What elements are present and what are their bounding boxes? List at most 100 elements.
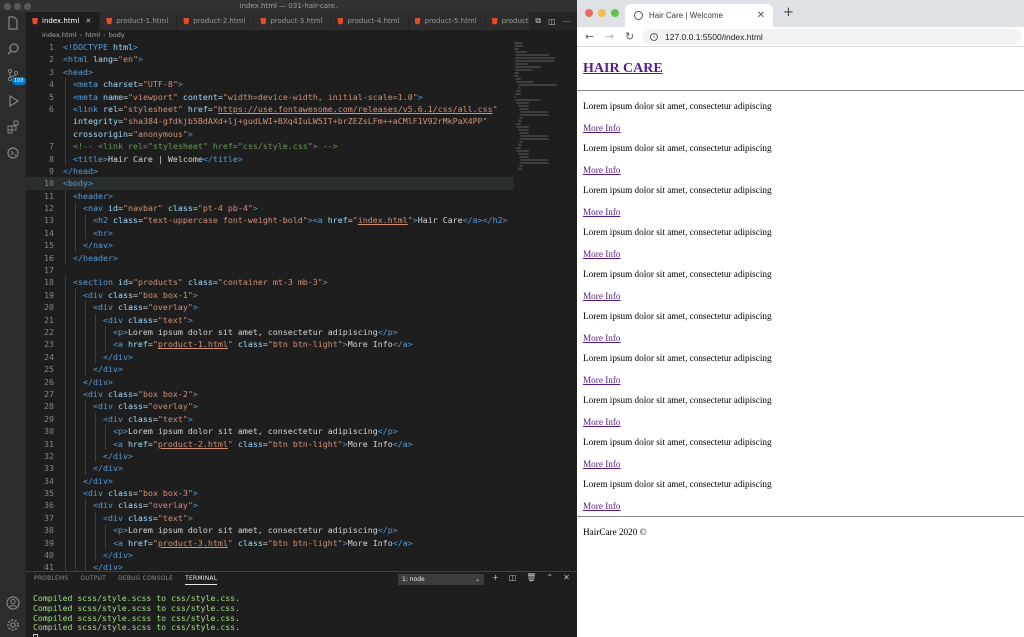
- minimap[interactable]: [514, 41, 566, 201]
- code-line[interactable]: 20 <div class="overlay">: [26, 301, 514, 314]
- code-line[interactable]: 26 </div>: [26, 375, 514, 388]
- code-line[interactable]: 30 <p>Lorem ipsum dolor sit amet, consec…: [26, 425, 514, 438]
- split-terminal-icon[interactable]: ◫: [509, 573, 517, 582]
- breadcrumb-item[interactable]: index.html: [42, 31, 77, 39]
- code-line[interactable]: 28 <div class="overlay">: [26, 400, 514, 413]
- code-line[interactable]: 27 <div class="box box-2">: [26, 387, 514, 401]
- editor-scrollbar[interactable]: [568, 41, 577, 571]
- settings-icon[interactable]: [5, 618, 21, 634]
- code-line[interactable]: 40 </div>: [26, 549, 514, 562]
- more-info-link[interactable]: More Info: [583, 249, 772, 259]
- extensions-icon[interactable]: [5, 120, 21, 136]
- breadcrumb-item[interactable]: html: [85, 31, 100, 39]
- more-info-link[interactable]: More Info: [583, 165, 772, 175]
- code-line[interactable]: 8 <title>Hair Care | Welcome</title>: [26, 152, 514, 165]
- terminal-select[interactable]: 1: node ⌄: [398, 574, 484, 585]
- close-tab-icon[interactable]: ✕: [85, 17, 91, 25]
- code-line[interactable]: 32 </div>: [26, 449, 514, 463]
- code-line[interactable]: 7 <!-- <link rel="stylesheet" href="css/…: [26, 140, 514, 153]
- panel-tab[interactable]: DEBUG CONSOLE: [118, 575, 173, 585]
- forward-arrow-icon[interactable]: →: [605, 30, 614, 44]
- run-debug-icon[interactable]: [5, 94, 21, 110]
- reload-icon[interactable]: ↻: [625, 30, 634, 44]
- more-info-link[interactable]: More Info: [583, 123, 772, 133]
- editor-tab[interactable]: product-3.html: [254, 12, 332, 30]
- breadcrumb-item[interactable]: body: [109, 31, 125, 39]
- code-line[interactable]: 12 <nav id="navbar" class="pt-4 pb-4">: [26, 202, 514, 215]
- close-panel-icon[interactable]: ✕: [563, 573, 570, 582]
- terminal-output[interactable]: Compiled scss/style.scss to css/style.cs…: [33, 593, 240, 637]
- code-line[interactable]: 5 <meta name="viewport" content="width=d…: [26, 90, 514, 103]
- editor-tab[interactable]: product-2.html: [177, 12, 255, 30]
- close-tab-icon[interactable]: ✕: [757, 4, 765, 27]
- more-info-link[interactable]: More Info: [583, 459, 772, 469]
- code-line[interactable]: 15 </nav>: [26, 239, 514, 252]
- site-info-icon[interactable]: i: [650, 33, 658, 41]
- new-tab-icon[interactable]: +: [783, 4, 794, 22]
- more-info-link[interactable]: More Info: [583, 501, 772, 511]
- code-line[interactable]: 29 <div class="text">: [26, 412, 514, 426]
- code-line[interactable]: 21 <div class="text">: [26, 313, 514, 326]
- source-control-icon[interactable]: 100: [5, 68, 26, 85]
- trash-icon[interactable]: 🗑: [526, 573, 536, 582]
- code-line[interactable]: 35 <div class="box box-3">: [26, 487, 514, 500]
- code-line[interactable]: 3 <head>: [26, 66, 514, 78]
- remote-icon[interactable]: [5, 146, 21, 162]
- browser-tab[interactable]: Hair Care | Welcome ✕: [625, 4, 773, 27]
- code-line[interactable]: 14 <hr>: [26, 226, 514, 240]
- more-actions-icon[interactable]: ⋯: [563, 17, 571, 26]
- browser-close-button[interactable]: [585, 9, 593, 17]
- code-line[interactable]: 33 </div>: [26, 462, 514, 475]
- code-line[interactable]: 11 <header>: [26, 189, 514, 203]
- code-line[interactable]: integrity="sha384-gfdkjb5BdAXd+lj+gudLWI…: [26, 115, 514, 128]
- code-editor[interactable]: 1 <!DOCTYPE html> 2 <html lang="en"> 3 <head>…: [26, 41, 514, 571]
- code-line[interactable]: 4 <meta charset="UTF-8">: [26, 78, 514, 91]
- code-line[interactable]: 36 <div class="overlay">: [26, 499, 514, 512]
- browser-minimize-button[interactable]: [598, 9, 606, 17]
- editor-tab[interactable]: index.html ✕: [26, 12, 101, 30]
- code-line[interactable]: 1 <!DOCTYPE html>: [26, 41, 514, 53]
- panel-tab[interactable]: PROBLEMS: [34, 575, 68, 585]
- editor-tab[interactable]: product-5.html: [408, 12, 486, 30]
- code-line[interactable]: 19 <div class="box box-1">: [26, 288, 514, 302]
- more-info-link[interactable]: More Info: [583, 291, 772, 301]
- window-zoom-button[interactable]: [24, 3, 31, 10]
- code-line[interactable]: 23 <a href="product-1.html" class="btn b…: [26, 338, 514, 351]
- code-line[interactable]: 41 </div>: [26, 561, 514, 571]
- code-line[interactable]: 17: [26, 264, 514, 276]
- code-line[interactable]: crossorigin="anonymous">: [26, 127, 514, 141]
- code-line[interactable]: 18 <section id="products" class="contain…: [26, 276, 514, 289]
- chevron-up-icon[interactable]: ⌃: [546, 573, 553, 582]
- search-icon[interactable]: [5, 42, 21, 58]
- files-icon[interactable]: [5, 16, 21, 32]
- back-arrow-icon[interactable]: ←: [585, 30, 594, 44]
- more-info-link[interactable]: More Info: [583, 375, 772, 385]
- browser-zoom-button[interactable]: [611, 9, 619, 17]
- code-line[interactable]: 2 <html lang="en">: [26, 53, 514, 65]
- more-info-link[interactable]: More Info: [583, 417, 772, 427]
- account-icon[interactable]: [5, 596, 21, 612]
- new-terminal-icon[interactable]: +: [492, 573, 499, 582]
- split-editor-icon[interactable]: ◫: [548, 17, 556, 26]
- window-close-button[interactable]: [4, 3, 11, 10]
- code-line[interactable]: 10 <body>: [26, 177, 514, 190]
- editor-tab[interactable]: product-4.html: [331, 12, 409, 30]
- code-line[interactable]: 9 </head>: [26, 165, 514, 177]
- open-changes-icon[interactable]: ⧉: [535, 16, 541, 26]
- code-line[interactable]: 38 <p>Lorem ipsum dolor sit amet, consec…: [26, 524, 514, 537]
- more-info-link[interactable]: More Info: [583, 333, 772, 343]
- panel-tab[interactable]: TERMINAL: [185, 575, 218, 585]
- code-line[interactable]: 22 <p>Lorem ipsum dolor sit amet, consec…: [26, 325, 514, 339]
- code-line[interactable]: 39 <a href="product-3.html" class="btn b…: [26, 536, 514, 550]
- code-line[interactable]: 16 </header>: [26, 251, 514, 265]
- code-line[interactable]: 13 <h2 class="text-uppercase font-weight…: [26, 214, 514, 227]
- code-line[interactable]: 34 </div>: [26, 474, 514, 488]
- panel-tab[interactable]: OUTPUT: [80, 575, 106, 585]
- home-link[interactable]: Hair Care: [583, 61, 663, 76]
- window-minimize-button[interactable]: [14, 3, 21, 10]
- more-info-link[interactable]: More Info: [583, 207, 772, 217]
- address-bar[interactable]: i 127.0.0.1:5500/index.html: [643, 29, 1021, 45]
- code-line[interactable]: 24 </div>: [26, 350, 514, 364]
- code-line[interactable]: 37 <div class="text">: [26, 511, 514, 525]
- code-line[interactable]: 6 <link rel="stylesheet" href="https://u…: [26, 102, 514, 116]
